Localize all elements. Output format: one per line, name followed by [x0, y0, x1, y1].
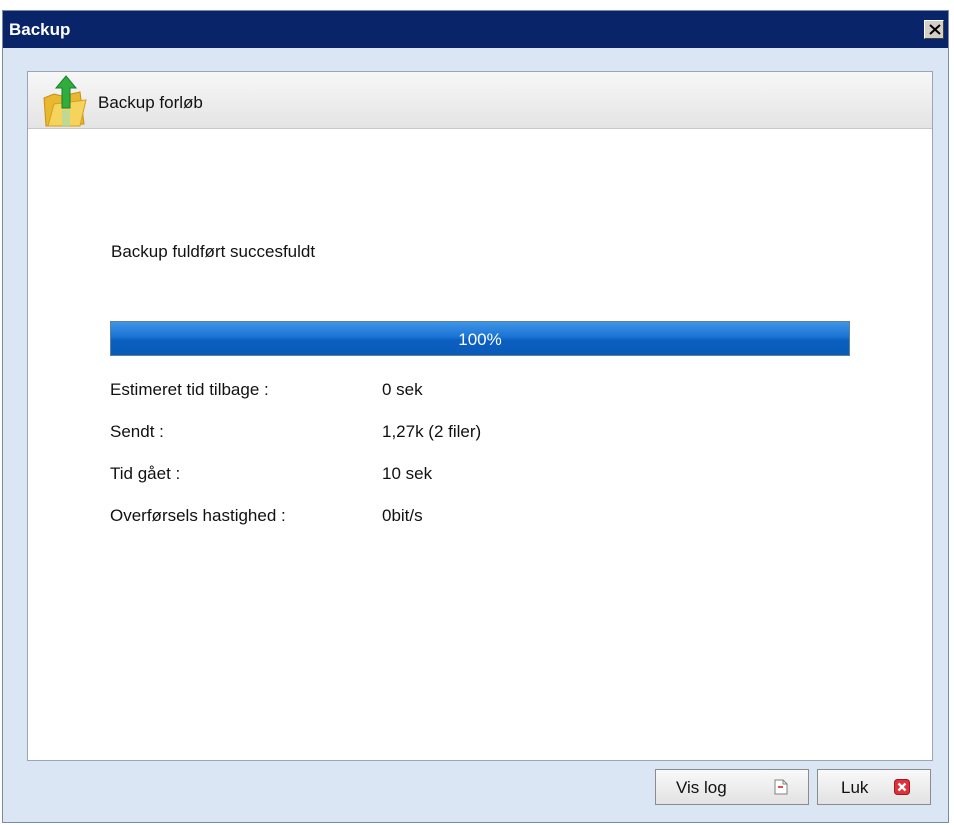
view-log-button[interactable]: Vis log	[655, 769, 809, 805]
close-label: Luk	[841, 778, 869, 797]
info-value: 0bit/s	[382, 506, 423, 525]
progress-label: 100%	[458, 330, 502, 349]
info-label: Overførsels hastighed :	[110, 506, 286, 525]
info-label: Sendt :	[110, 422, 164, 441]
close-button[interactable]: Luk	[817, 769, 931, 805]
info-value: 1,27k (2 filer)	[382, 422, 482, 441]
folder-upload-icon	[43, 75, 87, 127]
info-value: 0 sek	[382, 380, 423, 399]
backup-dialog: Backup Backup forløb Backup fuldført suc…	[2, 10, 949, 823]
title-bar[interactable]: Backup	[3, 11, 948, 48]
document-icon	[774, 779, 788, 795]
status-message: Backup fuldført succesfuldt	[111, 242, 316, 261]
red-x-icon	[894, 779, 910, 795]
info-label: Estimeret tid tilbage :	[110, 380, 269, 399]
close-icon	[929, 24, 941, 35]
progress-panel: Backup forløb Backup fuldført succesfuld…	[27, 71, 933, 761]
panel-header: Backup forløb	[28, 72, 932, 129]
info-label: Tid gået :	[110, 464, 181, 483]
panel-title: Backup forløb	[98, 93, 203, 112]
window-close-button[interactable]	[924, 20, 944, 39]
window-title: Backup	[9, 20, 71, 39]
progress-bar: 100%	[110, 321, 850, 356]
view-log-label: Vis log	[676, 778, 727, 797]
info-value: 10 sek	[382, 464, 433, 483]
